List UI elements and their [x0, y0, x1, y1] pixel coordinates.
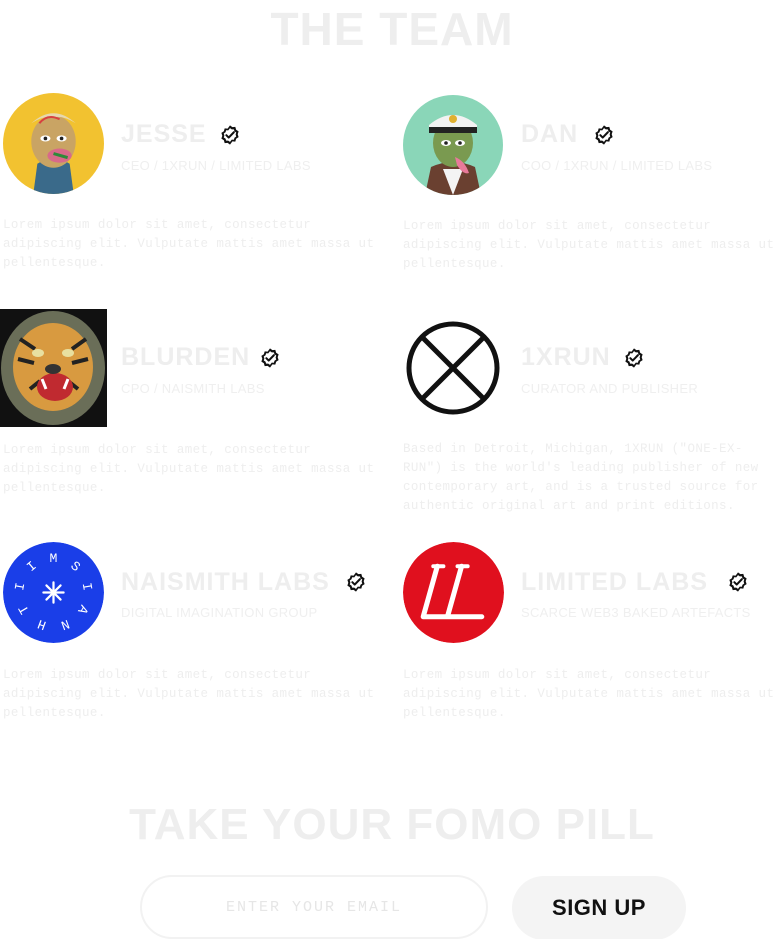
member-bio: Lorem ipsum dolor sit amet, consectetur … — [403, 219, 775, 271]
team-member-card: BLURDEN CPO / NAISMITH LABS Lorem ipsum … — [0, 309, 380, 499]
naismith-logo-icon: M S I A N H T I I — [3, 542, 104, 643]
team-member-card: M S I A N H T I I NAISMITH LABS DIGITAL … — [0, 540, 380, 720]
member-bio: Lorem ipsum dolor sit amet, consectetur … — [3, 668, 375, 720]
member-role: CEO / 1XRUN / LIMITED LABS — [121, 158, 311, 173]
team-member-card: JESSE CEO / 1XRUN / LIMITED LABS Lorem i… — [0, 90, 380, 270]
verified-check-icon — [345, 571, 367, 593]
team-member-card: DAN COO / 1XRUN / LIMITED LABS Lorem ips… — [400, 90, 780, 271]
ape-avatar-icon — [3, 93, 104, 194]
member-role: CURATOR AND PUBLISHER — [521, 381, 699, 396]
sign-up-button[interactable]: SIGN UP — [512, 876, 686, 939]
member-name: 1XRUN — [521, 343, 611, 371]
member-name: LIMITED LABS — [521, 568, 708, 596]
captain-ape-avatar-icon — [403, 95, 503, 195]
member-bio: Lorem ipsum dolor sit amet, consectetur … — [403, 668, 775, 720]
svg-text:M: M — [50, 551, 58, 566]
member-name: NAISMITH LABS — [121, 568, 330, 596]
member-name: DAN — [521, 120, 579, 148]
email-input[interactable] — [140, 875, 488, 939]
verified-check-icon — [623, 347, 645, 369]
member-bio: Lorem ipsum dolor sit amet, consectetur … — [3, 218, 375, 270]
member-role: CPO / NAISMITH LABS — [121, 381, 265, 396]
verified-check-icon — [727, 571, 749, 593]
member-role: DIGITAL IMAGINATION GROUP — [121, 605, 318, 620]
1xrun-logo-icon — [403, 318, 503, 418]
member-name: BLURDEN — [121, 343, 251, 371]
team-section-title: THE TEAM — [270, 3, 514, 55]
tiger-avatar-icon — [0, 309, 107, 427]
signup-section-title: TAKE YOUR FOMO PILL — [129, 800, 655, 849]
member-bio: Lorem ipsum dolor sit amet, consectetur … — [3, 443, 375, 495]
team-member-card: LIMITED LABS SCARCE WEB3 BAKED ARTEFACTS… — [400, 540, 780, 720]
verified-check-icon — [593, 124, 615, 146]
verified-check-icon — [219, 124, 241, 146]
member-role: SCARCE WEB3 BAKED ARTEFACTS — [521, 605, 751, 620]
member-role: COO / 1XRUN / LIMITED LABS — [521, 158, 713, 173]
team-member-card: 1XRUN CURATOR AND PUBLISHER Based in Det… — [400, 318, 780, 518]
member-name: JESSE — [121, 120, 207, 148]
member-bio: Based in Detroit, Michigan, 1XRUN ("ONE-… — [403, 442, 759, 513]
verified-check-icon — [259, 347, 281, 369]
limited-labs-logo-icon — [403, 542, 504, 643]
